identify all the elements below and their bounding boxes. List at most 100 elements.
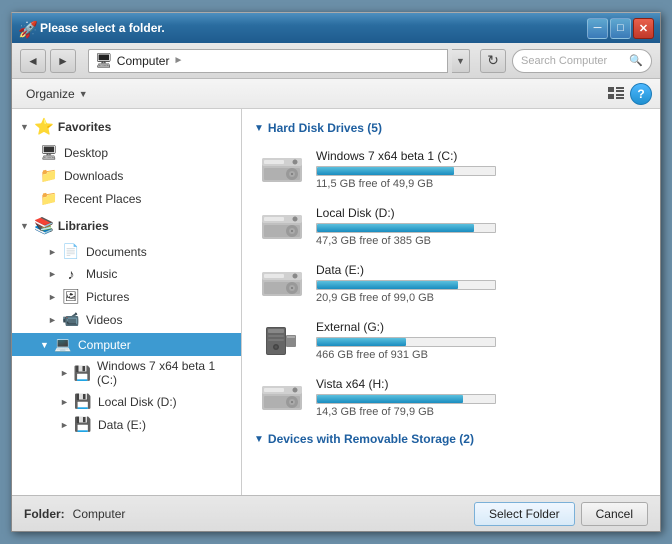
c-drive-label: Windows 7 x64 beta 1 (C:) (97, 359, 233, 387)
minimize-button[interactable]: ─ (587, 18, 608, 39)
content-area: ▼ ⭐ Favorites 🖥 Desktop 📁 Downloads 📁 Re… (12, 109, 660, 495)
organize-button[interactable]: Organize ▼ (20, 85, 94, 103)
sidebar-libraries-header[interactable]: ▼ 📚 Libraries (12, 212, 241, 240)
sidebar-item-recent-places[interactable]: 📁 Recent Places (12, 187, 241, 210)
close-button[interactable]: ✕ (633, 18, 654, 39)
expand-docs-icon: ► (48, 247, 58, 257)
cancel-button[interactable]: Cancel (581, 502, 648, 526)
address-separator: ► (173, 55, 183, 66)
drive-name-c: Windows 7 x64 beta 1 (C:) (316, 149, 644, 163)
sidebar-item-documents[interactable]: ► 📄 Documents (12, 240, 241, 263)
expand-computer-icon: ▼ (40, 340, 50, 350)
drive-item-g[interactable]: External (G:) 466 GB free of 931 GB (254, 314, 648, 367)
view-toggle-button[interactable] (604, 83, 628, 105)
drive-item-h[interactable]: Vista x64 (H:) 14,3 GB free of 79,9 GB (254, 371, 648, 424)
drive-bar-container-c (316, 166, 496, 176)
search-box[interactable]: Search Computer 🔍 (512, 49, 652, 73)
maximize-button[interactable]: □ (610, 18, 631, 39)
sidebar-favorites-header[interactable]: ▼ ⭐ Favorites (12, 113, 241, 141)
documents-icon: 📄 (62, 243, 80, 260)
e-drive-label: Data (E:) (98, 418, 146, 432)
drive-icon-c (258, 152, 306, 188)
drive-icon-h (258, 380, 306, 416)
sidebar-item-c-drive[interactable]: ► 💾 Windows 7 x64 beta 1 (C:) (12, 356, 241, 390)
libraries-label: Libraries (58, 219, 109, 233)
drive-free-g: 466 GB free of 931 GB (316, 349, 644, 361)
favorites-icon: ⭐ (34, 117, 54, 137)
sidebar-section-libraries: ▼ 📚 Libraries ► 📄 Documents ► ♪ Music ► … (12, 212, 241, 331)
expand-libraries-icon: ▼ (20, 221, 30, 231)
sidebar-item-music[interactable]: ► ♪ Music (12, 263, 241, 285)
sidebar-computer-header[interactable]: ▼ 💻 Computer (12, 333, 241, 356)
sidebar-item-downloads[interactable]: 📁 Downloads (12, 164, 241, 187)
drive-info-h: Vista x64 (H:) 14,3 GB free of 79,9 GB (316, 377, 644, 418)
drive-item-c[interactable]: Windows 7 x64 beta 1 (C:) 11,5 GB free o… (254, 143, 648, 196)
expand-music-icon: ► (48, 269, 58, 279)
drive-name-g: External (G:) (316, 320, 644, 334)
e-drive-icon: 💾 (74, 416, 92, 433)
drive-icon-g (258, 323, 306, 359)
main-panel: ▼ Hard Disk Drives (5) (242, 109, 660, 495)
drive-info-e: Data (E:) 20,9 GB free of 99,0 GB (316, 263, 644, 304)
drive-bar-container-h (316, 394, 496, 404)
libraries-icon: 📚 (34, 216, 54, 236)
select-folder-button[interactable]: Select Folder (474, 502, 575, 526)
sidebar-item-e-drive[interactable]: ► 💾 Data (E:) (12, 413, 241, 436)
hdd-svg-h (260, 382, 304, 414)
d-drive-label: Local Disk (D:) (98, 395, 177, 409)
search-icon: 🔍 (629, 54, 643, 67)
title-bar: 🚀 Please select a folder. ─ □ ✕ (12, 13, 660, 43)
removable-section-title: Devices with Removable Storage (2) (268, 432, 474, 446)
back-button[interactable]: ◄ (20, 49, 46, 73)
drive-free-c: 11,5 GB free of 49,9 GB (316, 178, 644, 190)
help-button[interactable]: ? (630, 83, 652, 105)
section-arrow-hdd: ▼ (254, 123, 264, 134)
search-placeholder: Search Computer (521, 55, 607, 67)
organize-chevron-icon: ▼ (79, 89, 88, 99)
favorites-label: Favorites (58, 120, 111, 134)
drive-bar-e (317, 281, 458, 289)
computer-nav-icon: 💻 (54, 336, 72, 353)
desktop-icon: 🖥 (40, 144, 58, 161)
expand-e-icon: ► (60, 420, 70, 430)
drive-item-e[interactable]: Data (E:) 20,9 GB free of 99,0 GB (254, 257, 648, 310)
sidebar-item-desktop[interactable]: 🖥 Desktop (12, 141, 241, 164)
drive-name-e: Data (E:) (316, 263, 644, 277)
drive-icon-d (258, 209, 306, 245)
organize-label: Organize (26, 87, 75, 101)
folder-value: Computer (73, 507, 466, 521)
videos-label: Videos (86, 313, 122, 327)
window-title: Please select a folder. (40, 21, 587, 35)
hard-disk-section-header: ▼ Hard Disk Drives (5) (254, 117, 648, 135)
pictures-label: Pictures (86, 290, 129, 304)
removable-section-header: ▼ Devices with Removable Storage (2) (254, 428, 648, 446)
forward-button[interactable]: ► (50, 49, 76, 73)
hdd-svg-d (260, 211, 304, 243)
sidebar-item-d-drive[interactable]: ► 💾 Local Disk (D:) (12, 390, 241, 413)
hdd-svg-g (260, 325, 304, 357)
music-label: Music (86, 267, 117, 281)
expand-d-icon: ► (60, 397, 70, 407)
refresh-button[interactable]: ↻ (480, 49, 506, 73)
hdd-svg-e (260, 268, 304, 300)
action-buttons: Select Folder Cancel (474, 502, 648, 526)
view-icon (607, 85, 625, 103)
drive-bar-container-g (316, 337, 496, 347)
window-icon: 🚀 (18, 20, 34, 36)
folder-label: Folder: (24, 507, 65, 521)
sidebar-item-pictures[interactable]: ► 🖼 Pictures (12, 285, 241, 308)
address-text: Computer (117, 54, 170, 68)
sidebar-section-favorites: ▼ ⭐ Favorites 🖥 Desktop 📁 Downloads 📁 Re… (12, 113, 241, 210)
view-controls: ? (604, 83, 652, 105)
organize-bar: Organize ▼ ? (12, 79, 660, 109)
drive-item-d[interactable]: Local Disk (D:) 47,3 GB free of 385 GB (254, 200, 648, 253)
drive-bar-c (317, 167, 454, 175)
address-bar[interactable]: 🖥 Computer ► (88, 49, 448, 73)
expand-c-icon: ► (60, 368, 70, 378)
sidebar-section-computer: ▼ 💻 Computer ► 💾 Windows 7 x64 beta 1 (C… (12, 333, 241, 436)
address-dropdown-button[interactable]: ▼ (452, 49, 470, 73)
drive-free-e: 20,9 GB free of 99,0 GB (316, 292, 644, 304)
sidebar-item-videos[interactable]: ► 📹 Videos (12, 308, 241, 331)
computer-label: Computer (78, 338, 131, 352)
drive-bar-h (317, 395, 463, 403)
